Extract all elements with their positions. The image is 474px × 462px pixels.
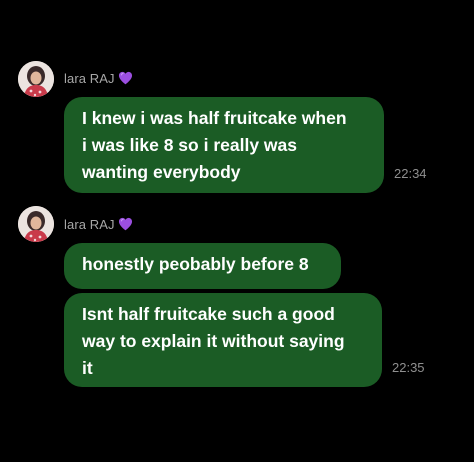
avatar[interactable] [18, 61, 54, 97]
chat-thread: lara RAJ I knew i was half fruitcake whe… [0, 0, 474, 462]
message-timestamp: 22:35 [392, 360, 425, 375]
sender-header: lara RAJ [64, 215, 133, 233]
avatar[interactable] [18, 206, 54, 242]
message-text: Isnt half fruitcake such a good way to e… [82, 304, 345, 378]
sender-name: lara RAJ [64, 216, 115, 232]
sender-header: lara RAJ [64, 69, 133, 87]
message-bubble[interactable]: honestly peobably before 8 [64, 243, 341, 289]
message-bubble[interactable]: I knew i was half fruitcake when i was l… [64, 97, 384, 193]
message-text: honestly peobably before 8 [82, 254, 309, 274]
purple-heart-icon [118, 217, 133, 231]
message-bubble[interactable]: Isnt half fruitcake such a good way to e… [64, 293, 382, 387]
message-timestamp: 22:34 [394, 166, 427, 181]
message-text: I knew i was half fruitcake when i was l… [82, 108, 347, 182]
sender-name: lara RAJ [64, 70, 115, 86]
purple-heart-icon [118, 71, 133, 85]
